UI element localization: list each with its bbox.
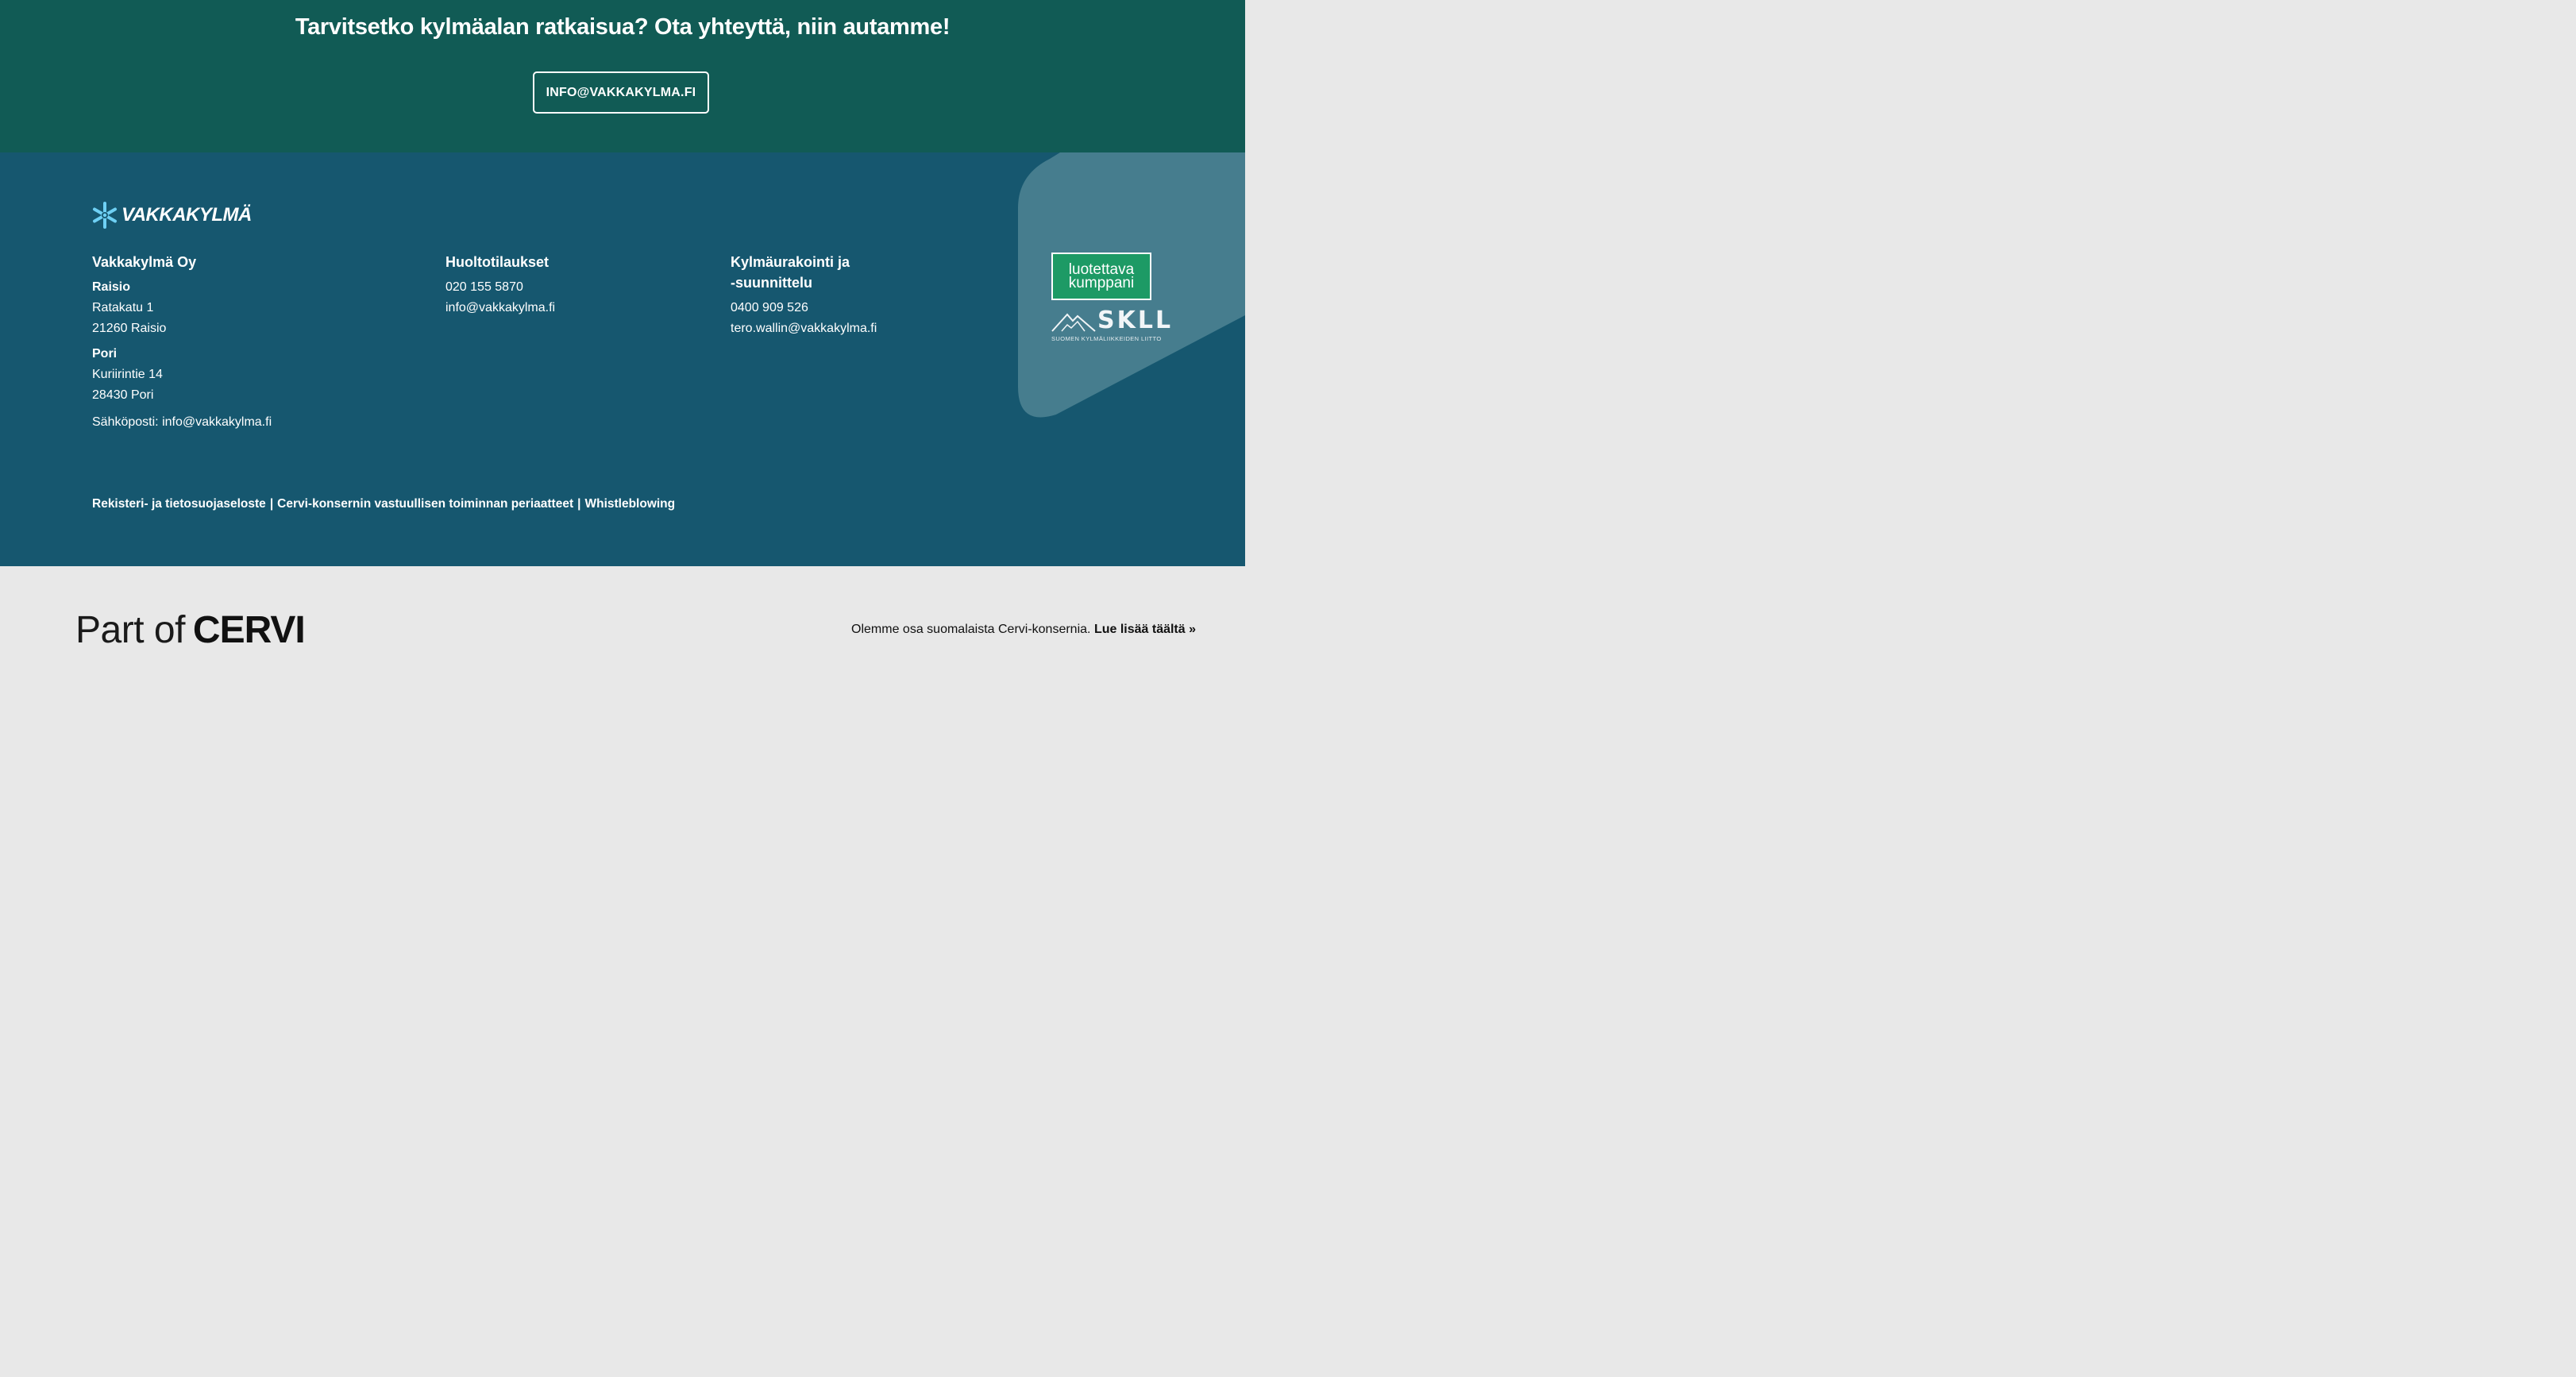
service-email-link[interactable]: info@vakkakylma.fi — [445, 298, 555, 318]
responsibility-principles-link[interactable]: Cervi-konsernin vastuullisen toiminnan p… — [277, 497, 573, 511]
office-city: Pori — [92, 347, 118, 361]
contracting-email-link[interactable]: tero.wallin@vakkakylma.fi — [731, 318, 877, 339]
company-email-link[interactable]: info@vakkakylma.fi — [162, 415, 272, 429]
mountain-icon — [1051, 313, 1096, 332]
vakkakylma-logo[interactable]: VAKKAKYLMÄ — [91, 202, 252, 229]
cervi-info: Olemme osa suomalaista Cervi-konsernia. … — [851, 623, 1196, 637]
snowflake-icon — [93, 202, 117, 229]
part-of-text: Part of — [75, 609, 185, 651]
trusted-partner-badge[interactable]: luotettava kumppani — [1051, 253, 1151, 300]
legal-links: Rekisteri- ja tietosuojaseloste | Cervi-ko… — [92, 497, 675, 511]
office-raisio: Raisio Ratakatu 1 21260 Raisio — [92, 277, 272, 339]
contracting-heading: Kylmäurakointi ja -suunnittelu — [731, 252, 877, 293]
badge-line2: kumppani — [1068, 275, 1135, 291]
office-postal: 28430 Pori — [92, 388, 154, 402]
skll-wordmark: SKLL — [1097, 307, 1174, 334]
skll-logo[interactable]: SKLL SUOMEN KYLMÄLIIKKEIDEN LIITTO — [1051, 307, 1170, 346]
contracting-phone-link[interactable]: 0400 909 526 — [731, 298, 877, 318]
whistleblowing-link[interactable]: Whistleblowing — [584, 497, 675, 511]
office-postal: 21260 Raisio — [92, 322, 167, 335]
contracting-column: Kylmäurakointi ja -suunnittelu 0400 909 … — [731, 252, 877, 339]
contracting-heading-line2: -suunnittelu — [731, 275, 812, 291]
site-footer: VAKKAKYLMÄ Vakkakylmä Oy Raisio Ratakatu… — [0, 152, 1245, 566]
privacy-policy-link[interactable]: Rekisteri- ja tietosuojaseloste — [92, 497, 266, 511]
cervi-wordmark: CERVI — [192, 609, 306, 651]
cervi-description: Olemme osa suomalaista Cervi-konsernia. — [851, 623, 1091, 636]
logo-wordmark: VAKKAKYLMÄ — [121, 204, 252, 226]
company-name: Vakkakylmä Oy — [92, 254, 197, 270]
office-street: Ratakatu 1 — [92, 301, 154, 314]
service-phone-link[interactable]: 020 155 5870 — [445, 277, 555, 298]
cta-heading: Tarvitsetko kylmäalan ratkaisua? Ota yht… — [295, 14, 951, 40]
legal-separator: | — [577, 497, 581, 511]
service-orders-column: Huoltotilaukset 020 155 5870 info@vakkak… — [445, 252, 555, 318]
email-cta-button[interactable]: INFO@VAKKAKYLMA.FI — [533, 71, 709, 114]
skll-subtitle: SUOMEN KYLMÄLIIKKEIDEN LIITTO — [1051, 335, 1162, 342]
legal-separator: | — [269, 497, 274, 511]
partner-badges: luotettava kumppani SKLL SUOMEN KYLMÄLII… — [1051, 253, 1170, 346]
office-street: Kuriirintie 14 — [92, 368, 163, 381]
service-orders-heading: Huoltotilaukset — [445, 254, 550, 270]
company-email-row: Sähköposti: info@vakkakylma.fi — [92, 412, 272, 433]
company-contact-column: Vakkakylmä Oy Raisio Ratakatu 1 21260 Ra… — [92, 252, 272, 433]
office-pori: Pori Kuriirintie 14 28430 Pori — [92, 344, 272, 406]
email-label: Sähköposti: — [92, 415, 159, 429]
read-more-link[interactable]: Lue lisää täältä » — [1094, 623, 1196, 636]
cta-banner: Tarvitsetko kylmäalan ratkaisua? Ota yht… — [0, 0, 1245, 152]
office-city: Raisio — [92, 280, 131, 294]
contracting-heading-line1: Kylmäurakointi ja — [731, 254, 850, 270]
part-of-cervi-logo[interactable]: Part of CERVI — [75, 608, 306, 653]
cervi-strip: Part of CERVI Olemme osa suomalaista Cerv… — [0, 566, 1245, 665]
